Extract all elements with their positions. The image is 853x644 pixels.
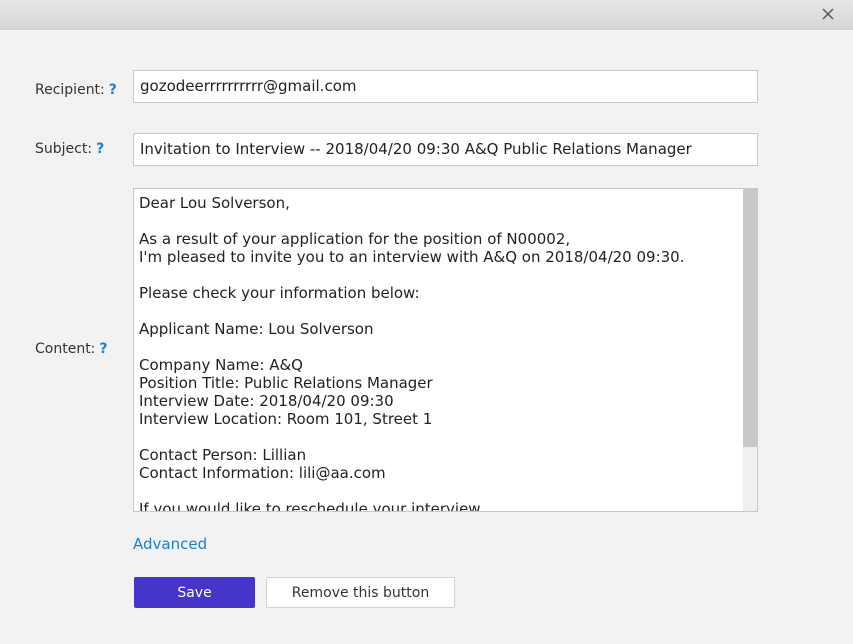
content-line: If you would like to reschedule your int… <box>139 500 481 512</box>
subject-label: Subject:? <box>35 141 104 157</box>
content-line: Position Title: Public Relations Manager <box>139 374 433 392</box>
advanced-link[interactable]: Advanced <box>133 535 207 553</box>
content-line <box>139 266 739 284</box>
content-line <box>139 482 739 500</box>
subject-help-icon[interactable]: ? <box>96 141 104 157</box>
content-line: Please check your information below: <box>139 284 420 302</box>
content-line: Contact Person: Lillian <box>139 446 307 464</box>
save-button[interactable]: Save <box>134 577 255 608</box>
content-line <box>139 212 739 230</box>
content-help-icon[interactable]: ? <box>99 341 107 357</box>
dialog-titlebar <box>0 0 853 30</box>
content-textarea[interactable]: Dear Lou Solverson, As a result of your … <box>133 188 758 512</box>
content-label: Content:? <box>35 341 108 357</box>
content-label-text: Content: <box>35 341 96 357</box>
content-line <box>139 338 739 356</box>
close-icon <box>822 8 834 20</box>
close-button[interactable] <box>819 5 837 23</box>
content-line: Dear Lou Solverson, <box>139 194 290 212</box>
content-line: Company Name: A&Q <box>139 356 303 374</box>
content-scrollbar[interactable] <box>743 189 757 511</box>
content-scroll-thumb[interactable] <box>743 189 757 447</box>
content-line: As a result of your application for the … <box>139 230 571 248</box>
content-line: I'm pleased to invite you to an intervie… <box>139 248 685 266</box>
content-text: Dear Lou Solverson, As a result of your … <box>139 194 739 512</box>
recipient-label-text: Recipient: <box>35 82 105 98</box>
subject-label-text: Subject: <box>35 141 93 157</box>
recipient-label: Recipient:? <box>35 82 117 98</box>
content-line: Applicant Name: Lou Solverson <box>139 320 374 338</box>
content-line: Interview Location: Room 101, Street 1 <box>139 410 433 428</box>
content-line: Interview Date: 2018/04/20 09:30 <box>139 392 394 410</box>
email-dialog: Recipient:? gozodeerrrrrrrrrr@gmail.com … <box>0 0 853 644</box>
recipient-help-icon[interactable]: ? <box>109 82 117 98</box>
subject-input[interactable]: Invitation to Interview -- 2018/04/20 09… <box>133 133 758 166</box>
content-line <box>139 302 739 320</box>
content-line: Contact Information: lili@aa.com <box>139 464 386 482</box>
recipient-input[interactable]: gozodeerrrrrrrrrr@gmail.com <box>133 70 758 103</box>
content-line <box>139 428 739 446</box>
remove-button[interactable]: Remove this button <box>266 577 455 608</box>
